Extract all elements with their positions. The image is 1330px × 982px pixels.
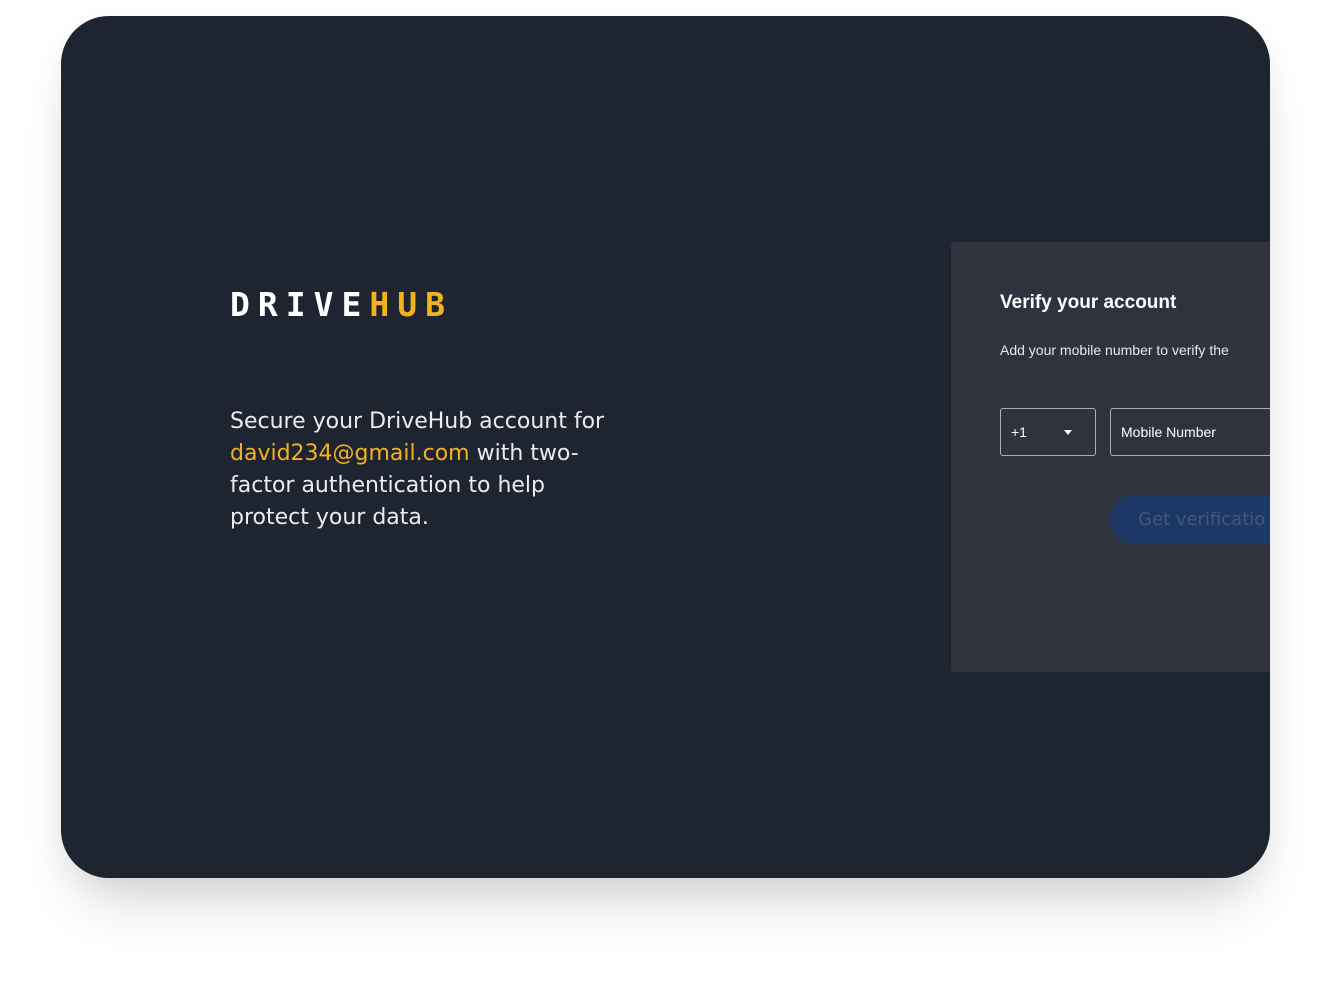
country-code-select[interactable]: +1 <box>1000 408 1096 456</box>
panel-description: Add your mobile number to verify the <box>1000 342 1229 358</box>
country-code-value: +1 <box>1011 424 1027 440</box>
account-email: david234@gmail.com <box>230 441 470 466</box>
caret-down-icon <box>1064 430 1072 435</box>
panel-title: Verify your account <box>1000 292 1177 313</box>
logo-text-drive: DRIVE <box>230 285 370 324</box>
drivehub-logo: DRIVEHUB <box>230 288 453 321</box>
intro-text-start: Secure your DriveHub account for <box>230 409 605 434</box>
app-window: DRIVEHUB Secure your DriveHub account fo… <box>61 16 1270 878</box>
intro-text: Secure your DriveHub account for david23… <box>230 406 630 534</box>
verify-account-panel: Verify your account Add your mobile numb… <box>951 242 1270 672</box>
get-verification-code-button[interactable]: Get verificatio <box>1110 495 1270 544</box>
logo-text-hub: HUB <box>369 285 453 324</box>
mobile-number-input[interactable] <box>1110 408 1270 456</box>
